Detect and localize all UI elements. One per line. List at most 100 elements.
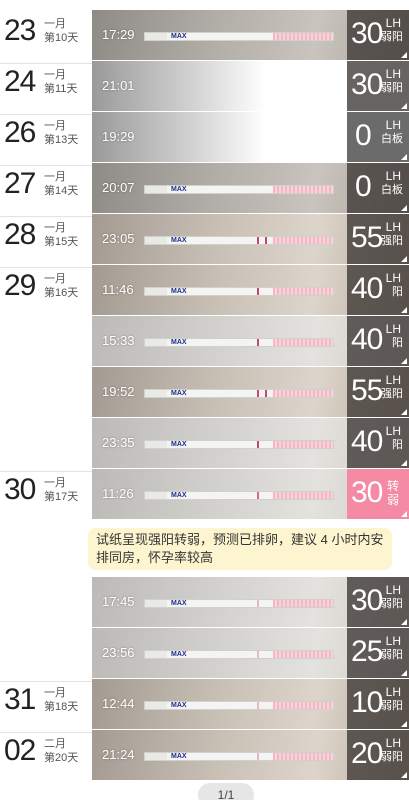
test-card[interactable]: 21:01 30 LH 弱阳	[92, 61, 409, 111]
test-time: 23:35	[102, 435, 135, 450]
test-card[interactable]: 23:56 MAX 25 LH 弱阳	[92, 628, 409, 678]
lh-unit: LH	[385, 424, 401, 438]
strip-pad	[273, 753, 333, 760]
month-label: 一月	[44, 18, 66, 30]
lh-unit: LH	[385, 169, 401, 183]
lh-level: 弱阳	[381, 82, 403, 94]
edit-corner-icon	[401, 619, 407, 625]
lh-value-box[interactable]: 25 LH 弱阳	[347, 628, 409, 678]
lh-value-box[interactable]: 30 转弱	[347, 469, 409, 519]
test-card[interactable]: 23:05 MAX 55 LH 强阳	[92, 214, 409, 264]
lh-value: 40	[351, 425, 383, 458]
test-strip-image: MAX	[144, 440, 334, 449]
lh-level: 弱阳	[381, 598, 403, 610]
lh-value-box[interactable]: 40 LH 阳	[347, 418, 409, 468]
lh-unit: LH	[385, 118, 401, 132]
test-strip-image: MAX	[144, 236, 334, 245]
lh-value-box[interactable]: 30 LH 弱阳	[347, 577, 409, 627]
strip-handle	[145, 288, 167, 295]
entry-row[interactable]: 28 一月 第15天 23:05 MAX 55 LH 强阳	[0, 214, 409, 266]
lh-unit: LH	[385, 685, 401, 699]
test-strip-image: MAX	[144, 287, 334, 296]
test-line	[257, 390, 259, 397]
strip-handle	[145, 651, 167, 658]
lh-value-box[interactable]: 0 LH 白板	[347, 112, 409, 162]
entry-row[interactable]: 26 一月 第13天 19:29 0 LH 白板	[0, 112, 409, 164]
day-number: 24	[4, 65, 36, 98]
strip-pad	[273, 33, 333, 40]
entry-row[interactable]: 23 一月 第10天 17:29 MAX 30 LH 弱阳	[0, 10, 409, 62]
test-card[interactable]: 19:29 0 LH 白板	[92, 112, 409, 162]
lh-value-box[interactable]: 55 LH 强阳	[347, 367, 409, 417]
entry-row[interactable]: 23:35 MAX 40 LH 阳	[0, 418, 409, 470]
test-strip-image: MAX	[144, 185, 334, 194]
test-strip-image: MAX	[144, 599, 334, 608]
entry-row[interactable]: 24 一月 第11天 21:01 30 LH 弱阳	[0, 61, 409, 113]
edit-corner-icon	[401, 460, 407, 466]
strip-pad	[273, 492, 333, 499]
entry-row[interactable]: 19:52 MAX 55 LH 强阳	[0, 367, 409, 419]
test-strip-image: MAX	[144, 491, 334, 500]
test-card[interactable]: 20:07 MAX 0 LH 白板	[92, 163, 409, 213]
lh-value-box[interactable]: 30 LH 弱阳	[347, 10, 409, 60]
date-cell: 24 一月 第11天	[0, 61, 92, 113]
lh-value-box[interactable]: 0 LH 白板	[347, 163, 409, 213]
test-line	[257, 237, 259, 244]
entry-row[interactable]: 17:45 MAX 30 LH 弱阳	[0, 577, 409, 629]
strip-label: MAX	[171, 651, 187, 658]
lh-value-box[interactable]: 10 LH 弱阳	[347, 679, 409, 729]
lh-value: 30	[351, 584, 383, 617]
entry-row[interactable]: 31 一月 第18天 12:44 MAX 10 LH 弱阳	[0, 679, 409, 731]
lh-value-box[interactable]: 40 LH 阳	[347, 265, 409, 315]
cycle-day-label: 第14天	[44, 185, 79, 197]
strip-pad	[273, 186, 333, 193]
strip-pad	[273, 600, 333, 607]
cycle-day-label: 第10天	[44, 32, 79, 44]
lh-unit: LH	[385, 220, 401, 234]
date-cell: 26 一月 第13天	[0, 112, 92, 164]
test-line	[257, 753, 259, 760]
cycle-day-label: 第18天	[44, 701, 79, 713]
lh-level: 白板	[381, 133, 403, 145]
lh-value-box[interactable]: 30 LH 弱阳	[347, 61, 409, 111]
strip-handle	[145, 600, 167, 607]
strip-handle	[145, 753, 167, 760]
lh-level: 阳	[392, 337, 403, 349]
edit-corner-icon	[401, 103, 407, 109]
month-label: 一月	[44, 171, 66, 183]
cycle-day-label: 第17天	[44, 491, 79, 503]
lh-unit: LH	[385, 16, 401, 30]
entry-row[interactable]: 23:56 MAX 25 LH 弱阳	[0, 628, 409, 680]
test-card[interactable]: 23:35 MAX 40 LH 阳	[92, 418, 409, 468]
test-card[interactable]: 17:29 MAX 30 LH 弱阳	[92, 10, 409, 60]
test-time: 21:24	[102, 747, 135, 762]
strip-handle	[145, 441, 167, 448]
entry-row[interactable]: 27 一月 第14天 20:07 MAX 0 LH 白板	[0, 163, 409, 215]
day-number: 27	[4, 167, 36, 200]
test-card[interactable]: 12:44 MAX 10 LH 弱阳	[92, 679, 409, 729]
edit-corner-icon	[401, 511, 407, 517]
lh-value: 25	[351, 635, 383, 668]
test-line	[257, 441, 259, 448]
strip-label: MAX	[171, 339, 187, 346]
entry-row[interactable]: 15:33 MAX 40 LH 阳	[0, 316, 409, 368]
test-card[interactable]: 17:45 MAX 30 LH 弱阳	[92, 577, 409, 627]
test-time: 11:46	[102, 282, 134, 297]
lh-value: 20	[351, 737, 383, 770]
test-card[interactable]: 11:46 MAX 40 LH 阳	[92, 265, 409, 315]
lh-value-box[interactable]: 20 LH 弱阳	[347, 730, 409, 780]
test-card[interactable]: 21:24 MAX 20 LH 弱阳	[92, 730, 409, 780]
test-time: 12:44	[102, 696, 135, 711]
strip-handle	[145, 33, 167, 40]
lh-value-box[interactable]: 40 LH 阳	[347, 316, 409, 366]
date-cell: 29 一月 第16天	[0, 265, 92, 317]
entry-row[interactable]: 30 一月 第17天 11:26 MAX 30 转弱	[0, 469, 409, 521]
test-card[interactable]: 19:52 MAX 55 LH 强阳	[92, 367, 409, 417]
date-cell: 23 一月 第10天	[0, 10, 92, 62]
entry-row[interactable]: 29 一月 第16天 11:46 MAX 40 LH 阳	[0, 265, 409, 317]
entry-row[interactable]: 02 二月 第20天 21:24 MAX 20 LH 弱阳	[0, 730, 409, 782]
test-card[interactable]: 15:33 MAX 40 LH 阳	[92, 316, 409, 366]
lh-value-box[interactable]: 55 LH 强阳	[347, 214, 409, 264]
lh-unit: LH	[385, 634, 401, 648]
test-card[interactable]: 11:26 MAX 30 转弱	[92, 469, 409, 519]
